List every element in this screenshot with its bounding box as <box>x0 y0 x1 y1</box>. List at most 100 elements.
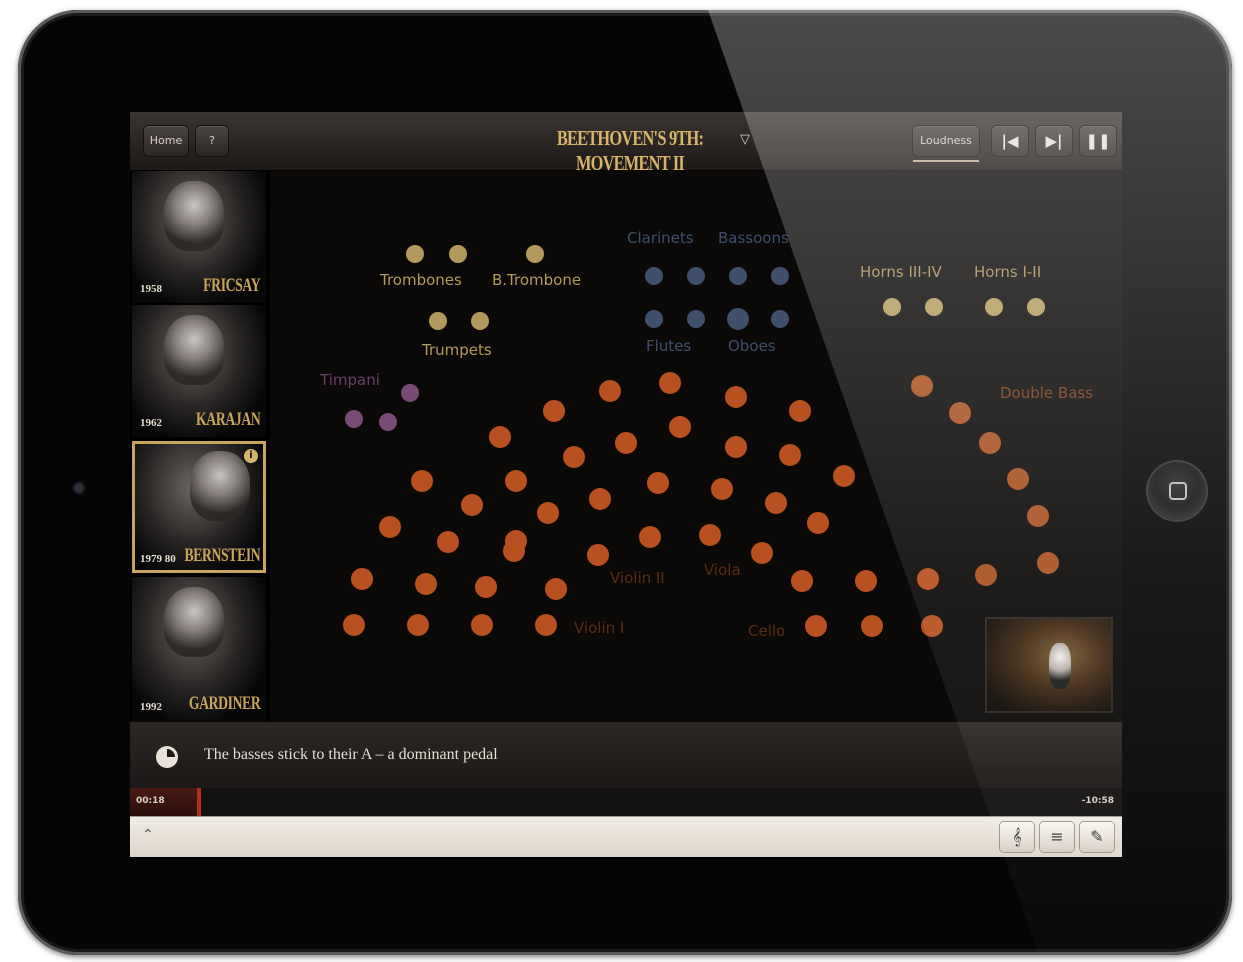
cello-seat[interactable] <box>855 570 877 592</box>
viola-seat[interactable] <box>751 542 773 564</box>
violin-1-seat[interactable] <box>407 614 429 636</box>
double-bass-seat[interactable] <box>1027 505 1049 527</box>
performance-video-thumbnail[interactable] <box>985 617 1113 713</box>
trombone-seat[interactable] <box>449 245 467 263</box>
clarinet-seat[interactable] <box>645 267 663 285</box>
viola-seat[interactable] <box>807 512 829 534</box>
timpani-seat[interactable] <box>345 410 363 428</box>
violin-2-seat[interactable] <box>669 416 691 438</box>
cello-seat[interactable] <box>833 465 855 487</box>
viola-seat[interactable] <box>711 478 733 500</box>
violin-2-seat[interactable] <box>505 470 527 492</box>
viola-seat[interactable] <box>639 526 661 548</box>
trumpet-seat[interactable] <box>471 312 489 330</box>
score-layout-button[interactable]: ≡ <box>1040 822 1074 852</box>
chevron-up-icon[interactable]: ⌃ <box>142 827 154 843</box>
cello-seat[interactable] <box>791 570 813 592</box>
violin-1-seat[interactable] <box>343 614 365 636</box>
timpani-seat[interactable] <box>379 413 397 431</box>
trombone-seat[interactable] <box>526 245 544 263</box>
conductor-name: BERNSTEIN <box>184 545 260 566</box>
oboe-seat[interactable] <box>771 310 789 328</box>
double-bass-seat[interactable] <box>1007 468 1029 490</box>
label-trombones: Trombones <box>380 271 462 289</box>
info-icon[interactable]: i <box>244 449 258 463</box>
conductor-name: KARAJAN <box>195 409 261 430</box>
violin-1-seat[interactable] <box>437 531 459 553</box>
clarinet-seat[interactable] <box>687 267 705 285</box>
cello-seat[interactable] <box>805 615 827 637</box>
previous-button[interactable]: |◀ <box>992 126 1028 156</box>
viola-seat[interactable] <box>779 444 801 466</box>
violin-1-seat[interactable] <box>415 573 437 595</box>
cello-seat[interactable] <box>917 568 939 590</box>
conductor-tile-gardiner[interactable]: 1992 GARDINER <box>132 577 266 721</box>
viola-seat[interactable] <box>725 436 747 458</box>
violin-2-seat[interactable] <box>615 432 637 454</box>
conductor-tile-fricsay[interactable]: 1958 FRICSAY <box>132 171 266 303</box>
double-bass-seat[interactable] <box>975 564 997 586</box>
playback-timeline[interactable]: 00:18 -10:58 <box>130 788 1122 816</box>
horn-seat[interactable] <box>925 298 943 316</box>
trombone-seat[interactable] <box>406 245 424 263</box>
violin-2-seat[interactable] <box>647 472 669 494</box>
home-button[interactable]: Home <box>144 126 188 156</box>
horn-seat[interactable] <box>985 298 1003 316</box>
conductor-tile-bernstein[interactable]: i 1979 80 BERNSTEIN <box>132 441 266 573</box>
double-bass-seat[interactable] <box>911 375 933 397</box>
home-hardware-button[interactable] <box>1148 462 1206 520</box>
treble-clef-button[interactable]: 𝄞 <box>1000 822 1034 852</box>
double-bass-seat[interactable] <box>949 402 971 424</box>
double-bass-seat[interactable] <box>979 432 1001 454</box>
next-button[interactable]: ▶| <box>1036 126 1072 156</box>
label-violin-1: Violin I <box>574 619 625 637</box>
viola-seat[interactable] <box>789 400 811 422</box>
loudness-button[interactable]: Loudness <box>913 126 979 156</box>
timpani-seat[interactable] <box>401 384 419 402</box>
conductor-year: 1962 <box>140 417 162 429</box>
violin-1-seat[interactable] <box>545 578 567 600</box>
violin-1-seat[interactable] <box>535 614 557 636</box>
elapsed-time: 00:18 <box>136 796 165 806</box>
bassoon-seat[interactable] <box>729 267 747 285</box>
violin-1-seat[interactable] <box>475 576 497 598</box>
viola-seat[interactable] <box>765 492 787 514</box>
flute-seat[interactable] <box>645 310 663 328</box>
violin-2-seat[interactable] <box>543 400 565 422</box>
horn-seat[interactable] <box>1027 298 1045 316</box>
viola-seat[interactable] <box>699 524 721 546</box>
flute-seat[interactable] <box>687 310 705 328</box>
page-title: BEETHOVEN'S 9TH: MOVEMENT II <box>556 126 704 175</box>
viola-seat[interactable] <box>725 386 747 408</box>
violin-1-seat[interactable] <box>351 568 373 590</box>
oboe-seat[interactable] <box>727 308 749 330</box>
pen-icon: ✎ <box>1090 827 1104 846</box>
label-b-trombone: B.Trombone <box>492 271 582 289</box>
violin-2-seat[interactable] <box>563 446 585 468</box>
cello-seat[interactable] <box>861 615 883 637</box>
trumpet-seat[interactable] <box>429 312 447 330</box>
cello-seat[interactable] <box>921 615 943 637</box>
violin-2-seat[interactable] <box>599 380 621 402</box>
horn-seat[interactable] <box>883 298 901 316</box>
violin-1-seat[interactable] <box>461 494 483 516</box>
help-button[interactable]: ? <box>196 126 228 156</box>
violin-2-seat[interactable] <box>659 372 681 394</box>
double-bass-seat[interactable] <box>1037 552 1059 574</box>
violin-1-seat[interactable] <box>379 516 401 538</box>
violin-2-seat[interactable] <box>489 426 511 448</box>
violin-1-seat[interactable] <box>505 530 527 552</box>
violin-2-seat[interactable] <box>537 502 559 524</box>
bassoon-seat[interactable] <box>771 267 789 285</box>
conductor-tile-karajan[interactable]: 1962 KARAJAN <box>132 305 266 437</box>
pen-button[interactable]: ✎ <box>1080 822 1114 852</box>
label-horns-1-2: Horns I-II <box>974 263 1042 281</box>
pause-button[interactable]: ❚❚ <box>1080 126 1116 156</box>
violin-1-seat[interactable] <box>411 470 433 492</box>
skip-forward-icon: ▶| <box>1045 132 1063 150</box>
violin-2-seat[interactable] <box>589 488 611 510</box>
timeline-playhead[interactable] <box>197 788 202 816</box>
violin-2-seat[interactable] <box>587 544 609 566</box>
violin-1-seat[interactable] <box>471 614 493 636</box>
chevron-down-icon[interactable]: ▽ <box>740 132 750 147</box>
